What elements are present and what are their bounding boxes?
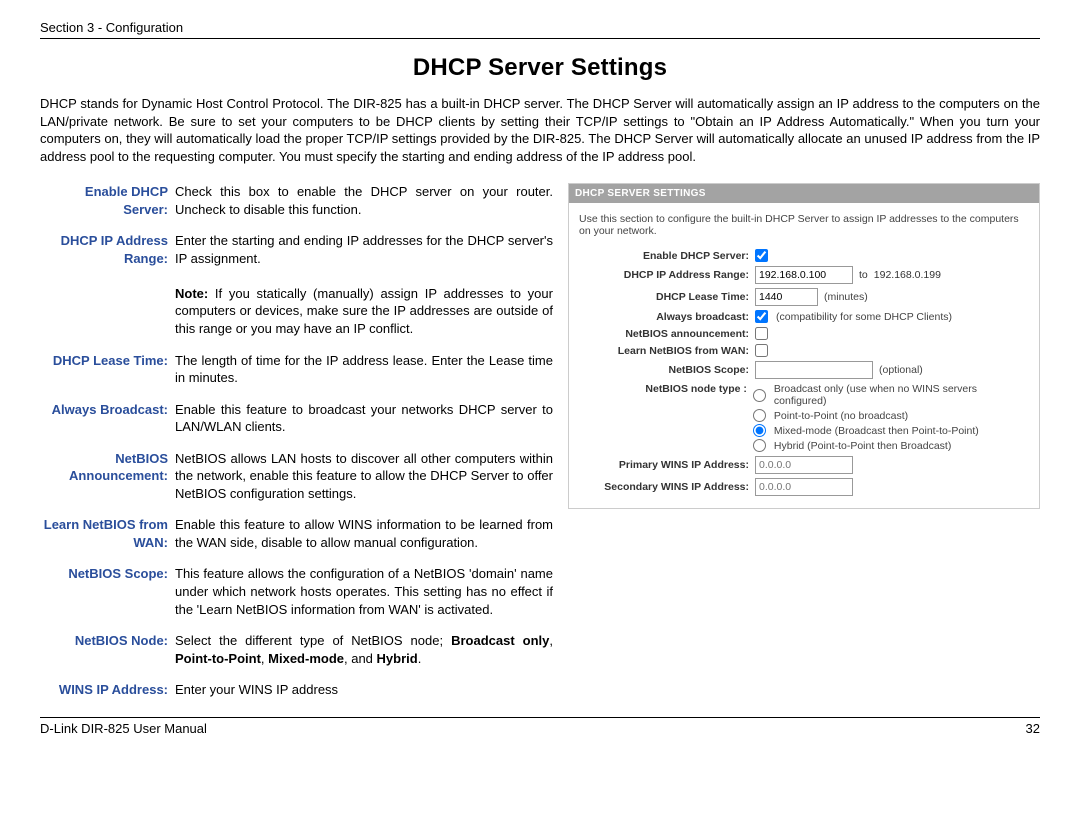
row-netbios-scope: NetBIOS Scope: (optional) [579,361,1029,379]
def-label-lease-time: DHCP Lease Time: [40,352,170,370]
broadcast-hint: (compatibility for some DHCP Clients) [776,311,952,323]
row-lease-time: DHCP Lease Time: (minutes) [579,288,1029,306]
def-desc-enable-dhcp: Check this box to enable the DHCP server… [175,183,553,218]
def-desc-lease-time: The length of time for the IP address le… [175,352,553,387]
input-lease-time[interactable] [755,288,818,306]
row-node-type: NetBIOS node type : Broadcast only (use … [579,383,1029,452]
def-label-ip-range: DHCP IP Address Range: [40,232,170,267]
panel-description: Use this section to configure the built-… [579,213,1029,237]
def-label-netbios-announce: NetBIOS Announcement: [40,450,170,485]
radio-broadcast-only[interactable] [753,389,766,402]
checkbox-enable-dhcp[interactable] [755,249,768,262]
radio-point-to-point[interactable] [753,409,766,422]
section-header: Section 3 - Configuration [40,20,1040,39]
panel-title: DHCP SERVER SETTINGS [569,184,1039,203]
input-primary-wins[interactable] [755,456,853,474]
row-always-broadcast: Always broadcast: (compatibility for som… [579,310,1029,323]
def-desc-always-broadcast: Enable this feature to broadcast your ne… [175,401,553,436]
label-always-broadcast: Always broadcast: [579,311,755,323]
checkbox-netbios-announce[interactable] [755,327,768,340]
label-node-type: NetBIOS node type : [579,383,753,395]
dhcp-settings-panel: DHCP SERVER SETTINGS Use this section to… [568,183,1040,509]
ip-range-to-value: 192.168.0.199 [874,269,941,281]
def-label-netbios-node: NetBIOS Node: [40,632,170,650]
footer-page-number: 32 [1026,721,1040,736]
label-primary-wins: Primary WINS IP Address: [579,459,755,471]
label-netbios-announce: NetBIOS announcement: [579,328,755,340]
radio-broadcast-only-label: Broadcast only (use when no WINS servers… [774,383,1029,407]
radio-hybrid-label: Hybrid (Point-to-Point then Broadcast) [774,440,951,452]
page-title: DHCP Server Settings [40,54,1040,82]
def-desc-learn-netbios: Enable this feature to allow WINS inform… [175,516,553,551]
def-desc-netbios-scope: This feature allows the configuration of… [175,565,553,618]
label-enable-dhcp: Enable DHCP Server: [579,250,755,262]
input-netbios-scope[interactable] [755,361,873,379]
def-label-wins-ip: WINS IP Address: [40,681,170,699]
radio-point-to-point-label: Point-to-Point (no broadcast) [774,410,908,422]
def-desc-wins-ip: Enter your WINS IP address [175,681,553,699]
ip-range-to-label: to [859,269,868,281]
row-secondary-wins: Secondary WINS IP Address: [579,478,1029,496]
note-prefix: Note: [175,286,208,301]
scope-hint: (optional) [879,364,923,376]
row-primary-wins: Primary WINS IP Address: [579,456,1029,474]
row-enable-dhcp: Enable DHCP Server: [579,249,1029,262]
label-lease-time: DHCP Lease Time: [579,291,755,303]
def-desc-ip-range: Enter the starting and ending IP address… [175,232,553,337]
def-desc-netbios-node: Select the different type of NetBIOS nod… [175,632,553,667]
definition-list: Enable DHCP Server: Check this box to en… [40,183,553,699]
footer-manual: D-Link DIR-825 User Manual [40,721,207,736]
def-label-always-broadcast: Always Broadcast: [40,401,170,419]
def-label-enable-dhcp: Enable DHCP Server: [40,183,170,218]
checkbox-always-broadcast[interactable] [755,310,768,323]
lease-time-unit: (minutes) [824,291,868,303]
row-ip-range: DHCP IP Address Range: to 192.168.0.199 [579,266,1029,284]
def-label-netbios-scope: NetBIOS Scope: [40,565,170,583]
radio-mixed-mode-label: Mixed-mode (Broadcast then Point-to-Poin… [774,425,979,437]
input-secondary-wins[interactable] [755,478,853,496]
label-learn-netbios: Learn NetBIOS from WAN: [579,345,755,357]
radio-hybrid[interactable] [753,439,766,452]
intro-paragraph: DHCP stands for Dynamic Host Control Pro… [40,95,1040,165]
def-desc-netbios-announce: NetBIOS allows LAN hosts to discover all… [175,450,553,503]
checkbox-learn-netbios[interactable] [755,344,768,357]
label-ip-range: DHCP IP Address Range: [579,269,755,281]
def-label-learn-netbios: Learn NetBIOS from WAN: [40,516,170,551]
label-secondary-wins: Secondary WINS IP Address: [579,481,755,493]
row-netbios-announce: NetBIOS announcement: [579,327,1029,340]
radio-mixed-mode[interactable] [753,424,766,437]
row-learn-netbios: Learn NetBIOS from WAN: [579,344,1029,357]
node-type-radio-group: Broadcast only (use when no WINS servers… [753,383,1029,452]
input-ip-range-from[interactable] [755,266,853,284]
label-netbios-scope: NetBIOS Scope: [579,364,755,376]
